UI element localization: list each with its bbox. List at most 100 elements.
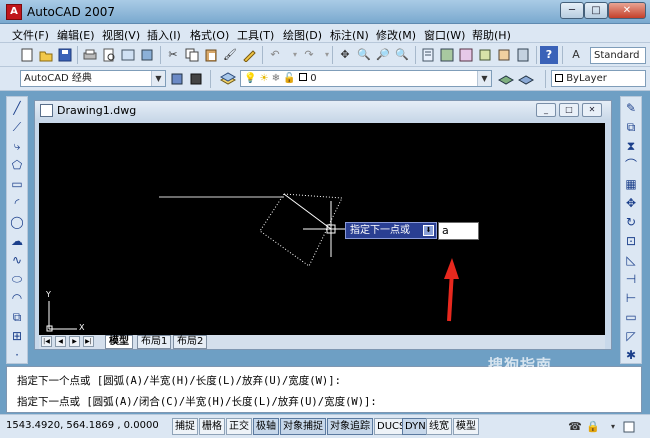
match-properties-icon[interactable]: 🖌	[221, 46, 239, 64]
save-workspace-icon[interactable]	[187, 70, 205, 88]
cut-icon[interactable]: ✂	[164, 46, 182, 64]
menu-format[interactable]: 格式(O)	[190, 27, 229, 43]
otrack-toggle[interactable]: 对象追踪	[327, 418, 373, 435]
open-folder-icon[interactable]	[37, 46, 55, 64]
offset-icon[interactable]: ⌒	[622, 156, 640, 174]
construction-line-icon[interactable]: ⟋	[8, 118, 26, 136]
drawing-canvas[interactable]: X Y	[39, 123, 605, 335]
tab-layout1[interactable]: 布局1	[137, 335, 172, 349]
zoom-window-icon[interactable]: 🔎	[374, 46, 392, 64]
redo-dropdown-icon[interactable]: ▾	[318, 46, 336, 64]
block-editor-icon[interactable]	[240, 46, 258, 64]
sheet-set-icon[interactable]	[476, 46, 494, 64]
workspace-settings-icon[interactable]	[168, 70, 186, 88]
next-tab-icon[interactable]: ▶	[69, 336, 80, 347]
menu-tools[interactable]: 工具(T)	[237, 27, 274, 43]
dyn-toggle[interactable]: DYN	[402, 418, 429, 435]
close-button[interactable]: ✕	[608, 2, 646, 19]
line-icon[interactable]: ╱	[8, 99, 26, 117]
explode-icon[interactable]: ✱	[622, 346, 640, 364]
3d-dwf-icon[interactable]	[138, 46, 156, 64]
erase-icon[interactable]: ✎	[622, 99, 640, 117]
array-icon[interactable]: ▦	[622, 175, 640, 193]
menu-modify[interactable]: 修改(M)	[376, 27, 416, 43]
mirror-icon[interactable]: ⧗	[622, 137, 640, 155]
rectangle-icon[interactable]: ▭	[8, 175, 26, 193]
menu-view[interactable]: 视图(V)	[102, 27, 140, 43]
layer-select[interactable]: 💡 ☀ ❄ 🔓 0 ▼	[240, 70, 492, 87]
drawing-restore-button[interactable]: □	[559, 103, 579, 117]
circle-icon[interactable]: ◯	[8, 213, 26, 231]
break-icon[interactable]: ▭	[622, 308, 640, 326]
new-file-icon[interactable]	[18, 46, 36, 64]
polyline-icon[interactable]: ⤷	[8, 137, 26, 155]
linetype-select[interactable]: ByLayer	[551, 70, 646, 87]
revision-cloud-icon[interactable]: ☁	[8, 232, 26, 250]
drawing-minimize-button[interactable]: _	[536, 103, 556, 117]
workspace-select[interactable]: AutoCAD 经典 ▼	[20, 70, 166, 87]
make-block-icon[interactable]: ⊞	[8, 327, 26, 345]
menu-dimension[interactable]: 标注(N)	[330, 27, 369, 43]
arc-icon[interactable]: ◜	[8, 194, 26, 212]
polygon-icon[interactable]: ⬠	[8, 156, 26, 174]
pan-icon[interactable]: ✥	[336, 46, 354, 64]
down-arrow-icon[interactable]: ⬇	[423, 225, 434, 236]
osnap-toggle[interactable]: 对象捕捉	[280, 418, 326, 435]
polar-toggle[interactable]: 极轴	[253, 418, 279, 435]
make-object-layer-current-icon[interactable]	[496, 70, 514, 88]
save-icon[interactable]	[56, 46, 74, 64]
clean-screen-icon[interactable]	[620, 418, 638, 436]
scale-icon[interactable]: ⊡	[622, 232, 640, 250]
menu-draw[interactable]: 绘图(D)	[283, 27, 322, 43]
paste-icon[interactable]	[202, 46, 220, 64]
grid-toggle[interactable]: 栅格	[199, 418, 225, 435]
prev-tab-icon[interactable]: ◀	[55, 336, 66, 347]
chamfer-icon[interactable]: ◸	[622, 327, 640, 345]
stretch-icon[interactable]: ◺	[622, 251, 640, 269]
move-icon[interactable]: ✥	[622, 194, 640, 212]
menu-insert[interactable]: 插入(I)	[147, 27, 181, 43]
spline-icon[interactable]: ∿	[8, 251, 26, 269]
minimize-button[interactable]: ─	[560, 2, 584, 19]
trim-icon[interactable]: ⊣	[622, 270, 640, 288]
menu-window[interactable]: 窗口(W)	[424, 27, 465, 43]
drawing-close-button[interactable]: ✕	[582, 103, 602, 117]
menu-help[interactable]: 帮助(H)	[472, 27, 511, 43]
tab-model[interactable]: 模型	[105, 335, 133, 349]
rotate-icon[interactable]: ↻	[622, 213, 640, 231]
dynamic-input-field[interactable]: a	[438, 222, 479, 240]
first-tab-icon[interactable]: |◀	[41, 336, 52, 347]
layer-previous-icon[interactable]	[516, 70, 534, 88]
copy-icon[interactable]	[183, 46, 201, 64]
insert-block-icon[interactable]: ⧉	[8, 308, 26, 326]
snap-toggle[interactable]: 捕捉	[172, 418, 198, 435]
redo-icon[interactable]: ↷	[300, 46, 318, 64]
last-tab-icon[interactable]: ▶|	[83, 336, 94, 347]
ellipse-arc-icon[interactable]: ◠	[8, 289, 26, 307]
ortho-toggle[interactable]: 正交	[226, 418, 252, 435]
model-toggle[interactable]: 模型	[453, 418, 479, 435]
undo-icon[interactable]: ↶	[266, 46, 284, 64]
zoom-realtime-icon[interactable]: 🔍	[355, 46, 373, 64]
maximize-button[interactable]: □	[584, 2, 608, 19]
calculator-icon[interactable]	[514, 46, 532, 64]
text-style-select[interactable]: Standard	[590, 47, 646, 64]
menu-edit[interactable]: 编辑(E)	[57, 27, 95, 43]
ellipse-icon[interactable]: ⬭	[8, 270, 26, 288]
tab-layout2[interactable]: 布局2	[173, 335, 208, 349]
properties-icon[interactable]	[419, 46, 437, 64]
help-icon[interactable]: ?	[540, 46, 558, 64]
markup-icon[interactable]	[495, 46, 513, 64]
lock-toolbar-icon[interactable]: 🔒	[584, 418, 602, 436]
point-icon[interactable]: ·	[8, 346, 26, 364]
copy-object-icon[interactable]: ⧉	[622, 118, 640, 136]
zoom-previous-icon[interactable]: 🔍	[393, 46, 411, 64]
design-center-icon[interactable]	[438, 46, 456, 64]
publish-icon[interactable]	[119, 46, 137, 64]
tool-palettes-icon[interactable]	[457, 46, 475, 64]
layer-manager-icon[interactable]	[218, 70, 236, 88]
menu-file[interactable]: 文件(F)	[12, 27, 49, 43]
communication-center-icon[interactable]: ☎	[566, 418, 584, 436]
extend-icon[interactable]: ⊢	[622, 289, 640, 307]
lineweight-toggle[interactable]: 线宽	[426, 418, 452, 435]
